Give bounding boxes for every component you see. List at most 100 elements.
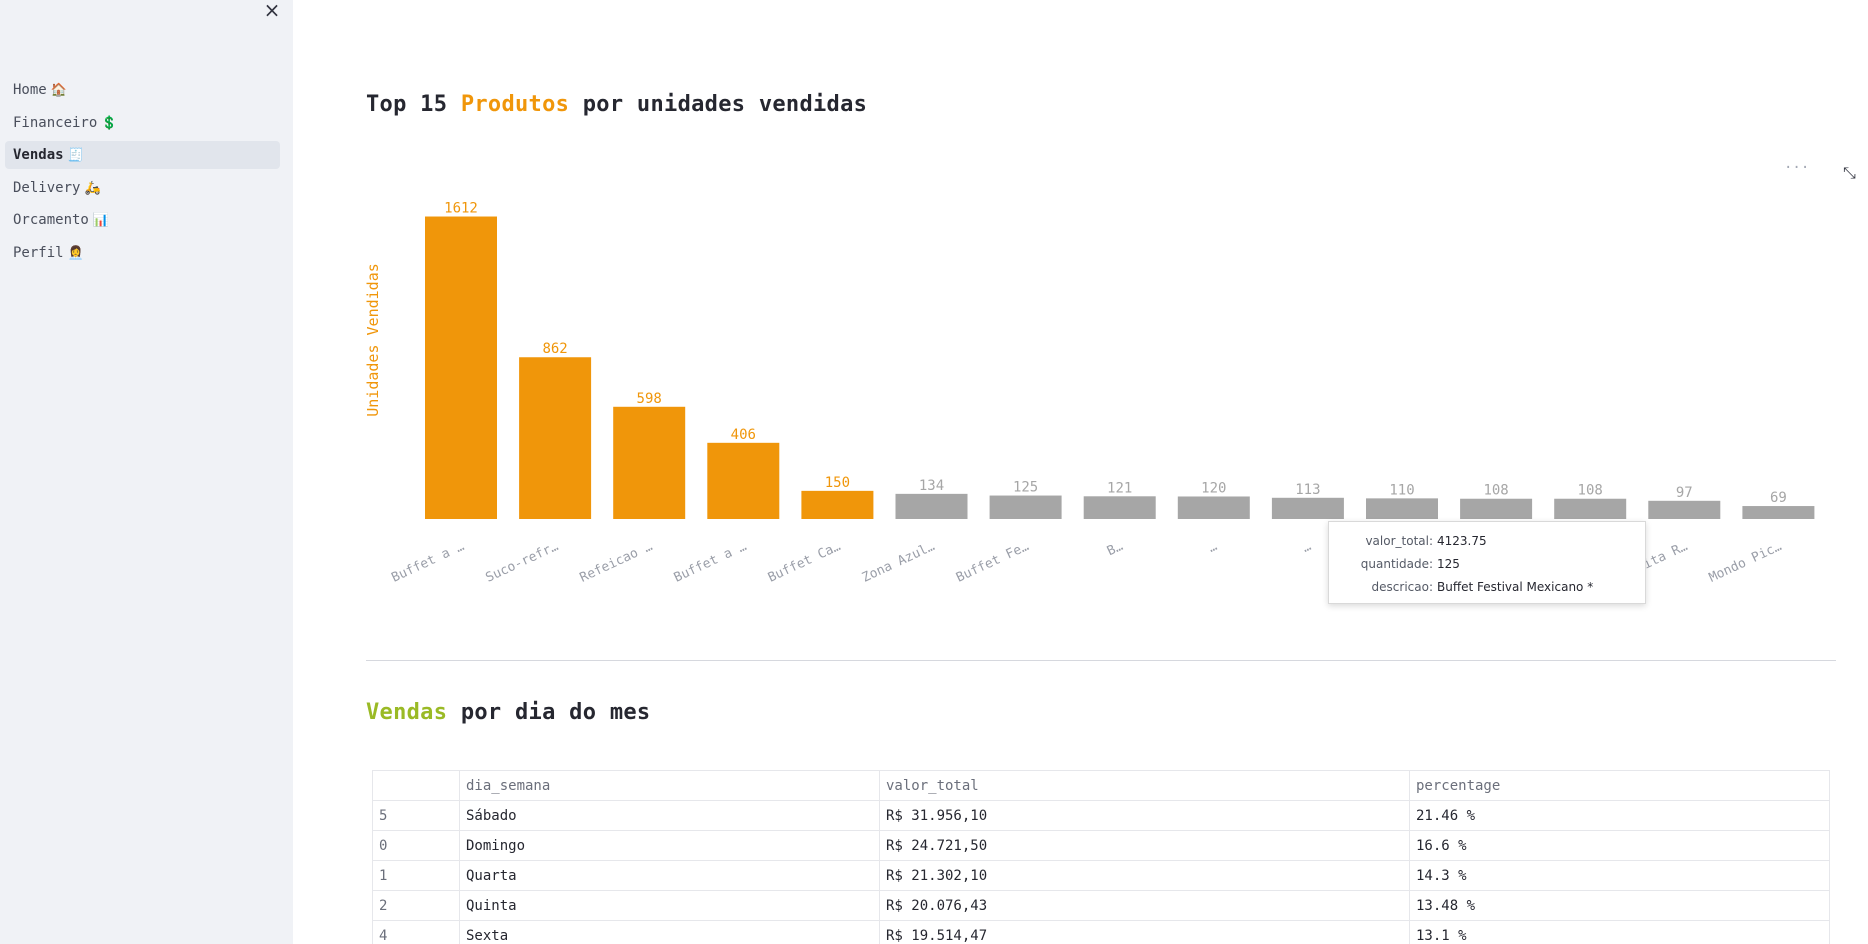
cell-valor-total: R$ 21.302,10 bbox=[879, 860, 1410, 891]
row-index: 1 bbox=[372, 860, 460, 891]
sidebar-item-label: Financeiro bbox=[13, 114, 98, 131]
cell-percentage: 21.46 % bbox=[1409, 800, 1830, 831]
tooltip-key: descricao: bbox=[1371, 580, 1433, 594]
row-index: 0 bbox=[372, 830, 460, 861]
cell-valor-total: R$ 31.956,10 bbox=[879, 800, 1410, 831]
tooltip-key: quantidade: bbox=[1360, 557, 1433, 571]
table-row[interactable]: 0 Domingo R$ 24.721,50 16.6 % bbox=[372, 830, 1830, 861]
sidebar-item-label: Delivery bbox=[13, 179, 81, 196]
bar-value-label: 69 bbox=[1770, 490, 1787, 506]
tooltip-value: 125 bbox=[1437, 557, 1460, 571]
table-header-row: dia_semana valor_total percentage bbox=[372, 770, 1830, 801]
tooltip-key: valor_total: bbox=[1365, 534, 1433, 548]
sidebar-item-perfil[interactable]: Perfil 👩‍💼 bbox=[5, 239, 280, 267]
row-index: 4 bbox=[372, 920, 460, 944]
chart-bar[interactable] bbox=[1460, 498, 1533, 519]
dollar-icon: 💲 bbox=[101, 115, 118, 131]
sidebar-item-delivery[interactable]: Delivery 🛵 bbox=[5, 174, 280, 202]
cell-percentage: 16.6 % bbox=[1409, 830, 1830, 861]
column-header-percentage[interactable]: percentage bbox=[1409, 770, 1830, 801]
cell-dia-semana: Quinta bbox=[459, 890, 880, 921]
row-index: 2 bbox=[372, 890, 460, 921]
bar-value-label: 113 bbox=[1295, 482, 1320, 498]
x-tick-label: … bbox=[1300, 539, 1314, 556]
sidebar-item-label: Orcamento bbox=[13, 212, 89, 229]
table-row[interactable]: 4 Sexta R$ 19.514,47 13.1 % bbox=[372, 920, 1830, 944]
chart-bar[interactable] bbox=[613, 406, 686, 519]
y-axis-label: Unidades Vendidas bbox=[364, 263, 382, 417]
cell-percentage: 14.3 % bbox=[1409, 860, 1830, 891]
section-title-highlight: Vendas bbox=[366, 700, 448, 725]
sidebar-item-label: Vendas bbox=[13, 147, 64, 164]
x-tick-label: Mondo Pic… bbox=[1707, 539, 1784, 586]
chart-bar[interactable] bbox=[1648, 500, 1721, 519]
person-icon: 👩‍💼 bbox=[67, 245, 84, 261]
x-tick-label: Buffet a … bbox=[389, 539, 466, 586]
bar-value-label: 862 bbox=[542, 341, 567, 357]
main-content: Top 15 Produtos por unidades vendidas Un… bbox=[293, 0, 1868, 944]
chart-tooltip: valor_total: 4123.75 quantidade: 125 descr… bbox=[1328, 521, 1646, 604]
divider bbox=[366, 660, 1836, 661]
x-tick-label: Buffet a … bbox=[672, 539, 749, 586]
chart-bar[interactable] bbox=[801, 490, 874, 519]
cell-valor-total: R$ 24.721,50 bbox=[879, 830, 1410, 861]
x-tick-label: Refeicao … bbox=[578, 539, 655, 586]
bar-value-label: 108 bbox=[1483, 483, 1508, 499]
bar-value-label: 150 bbox=[825, 475, 850, 491]
cell-percentage: 13.1 % bbox=[1409, 920, 1830, 944]
chart-bar[interactable] bbox=[519, 357, 592, 519]
chart-bar[interactable] bbox=[425, 216, 497, 519]
table-row[interactable]: 2 Quinta R$ 20.076,43 13.48 % bbox=[372, 890, 1830, 921]
chart-bar[interactable] bbox=[1271, 497, 1344, 519]
chart-bar[interactable] bbox=[989, 495, 1062, 519]
bar-value-label: 121 bbox=[1107, 480, 1132, 496]
bar-value-label: 1612 bbox=[444, 201, 478, 217]
chart-bar[interactable] bbox=[1742, 506, 1815, 519]
bar-chart-icon: 📊 bbox=[92, 213, 110, 229]
x-tick-label: Buffet Fe… bbox=[954, 539, 1031, 586]
x-tick-label: Buffet Ca… bbox=[766, 539, 843, 586]
chart-bar[interactable] bbox=[1554, 498, 1627, 519]
tooltip-value: Buffet Festival Mexicano * bbox=[1437, 580, 1594, 594]
bar-value-label: 97 bbox=[1676, 485, 1693, 501]
column-header-valor-total[interactable]: valor_total bbox=[879, 770, 1410, 801]
fullscreen-icon[interactable]: ⤡ bbox=[1843, 163, 1856, 183]
cell-dia-semana: Quarta bbox=[459, 860, 880, 891]
x-tick-label: Suco-refr… bbox=[484, 539, 561, 586]
cell-valor-total: R$ 20.076,43 bbox=[879, 890, 1410, 921]
column-header-index[interactable] bbox=[372, 770, 460, 801]
table-row[interactable]: 1 Quarta R$ 21.302,10 14.3 % bbox=[372, 860, 1830, 891]
bar-value-label: 108 bbox=[1578, 483, 1603, 499]
sidebar-item-vendas[interactable]: Vendas 🧾 bbox=[5, 141, 280, 170]
cell-valor-total: R$ 19.514,47 bbox=[879, 920, 1410, 944]
tooltip-row: quantidade: 125 bbox=[1339, 553, 1635, 576]
house-icon: 🏠 bbox=[50, 83, 67, 98]
bar-value-label: 598 bbox=[637, 391, 662, 407]
close-sidebar-icon[interactable]: × bbox=[262, 0, 282, 22]
column-header-dia-semana[interactable]: dia_semana bbox=[459, 770, 880, 801]
sidebar-nav: Home 🏠 Financeiro 💲 Vendas 🧾 Delivery 🛵 Orca… bbox=[5, 76, 280, 272]
bar-value-label: 110 bbox=[1389, 482, 1414, 498]
tooltip-row: descricao: Buffet Festival Mexicano * bbox=[1339, 576, 1635, 599]
title-prefix: Top 15 bbox=[366, 92, 461, 117]
bar-value-label: 120 bbox=[1201, 480, 1226, 496]
sidebar: × Home 🏠 Financeiro 💲 Vendas 🧾 Delivery 🛵 Or… bbox=[0, 0, 293, 944]
bar-value-label: 125 bbox=[1013, 480, 1038, 496]
sidebar-item-orcamento[interactable]: Orcamento 📊 bbox=[5, 206, 280, 234]
bar-value-label: 134 bbox=[919, 478, 944, 494]
x-tick-label: … bbox=[1206, 539, 1220, 556]
sidebar-item-home[interactable]: Home 🏠 bbox=[5, 76, 280, 104]
title-highlight: Produtos bbox=[460, 92, 570, 117]
sales-table: dia_semana valor_total percentage 5 Sába… bbox=[372, 770, 1830, 944]
scooter-icon: 🛵 bbox=[84, 180, 101, 196]
chart-bar[interactable] bbox=[895, 493, 968, 519]
more-options-icon[interactable]: ··· bbox=[1784, 160, 1809, 176]
tooltip-value: 4123.75 bbox=[1437, 534, 1487, 548]
chart-bar[interactable] bbox=[707, 442, 780, 519]
chart-bar[interactable] bbox=[1177, 496, 1250, 519]
sidebar-item-financeiro[interactable]: Financeiro 💲 bbox=[5, 109, 280, 137]
table-row[interactable]: 5 Sábado R$ 31.956,10 21.46 % bbox=[372, 800, 1830, 831]
chart-bar[interactable] bbox=[1366, 498, 1438, 519]
chart-bar[interactable] bbox=[1083, 496, 1156, 519]
cell-dia-semana: Sábado bbox=[459, 800, 880, 831]
